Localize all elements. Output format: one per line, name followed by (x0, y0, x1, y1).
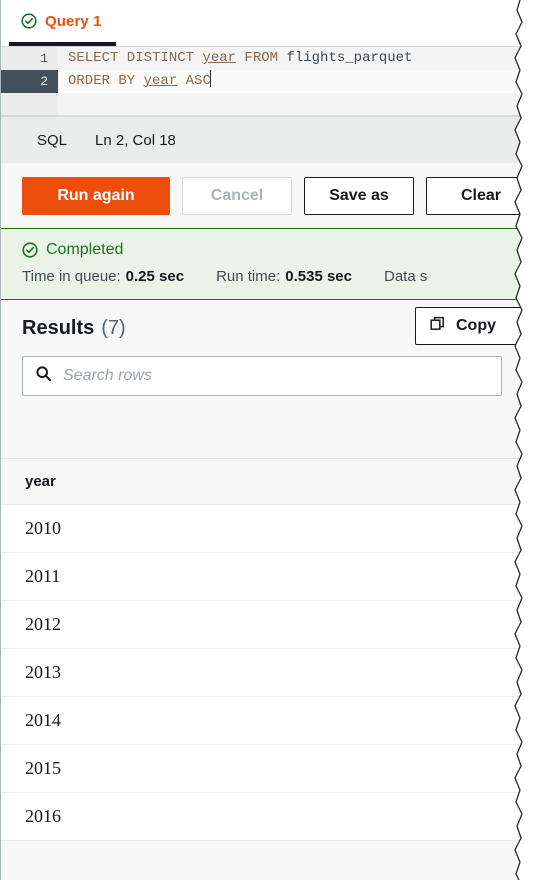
cell-year: 2012 (1, 600, 522, 649)
results-panel: Results (7) Copy Search rows year 2010 2… (1, 300, 522, 841)
sql-keyword: ORDER BY (68, 73, 144, 89)
text-caret (209, 70, 211, 87)
query-status-banner: Completed Time in queue: 0.25 sec Run tim… (1, 228, 522, 300)
editor-actions-bar: Run again Cancel Save as Clear (1, 163, 522, 228)
sql-table-name: flights_parquet (286, 50, 413, 66)
save-as-button[interactable]: Save as (304, 176, 414, 215)
search-icon (35, 365, 52, 387)
metric-value: 0.535 sec (285, 268, 352, 285)
banner-header: Completed (22, 241, 522, 259)
table-row[interactable]: 2014 (1, 696, 522, 745)
query-editor-screen: Query 1 1 SELECT DISTINCT year FROM flig… (0, 0, 537, 880)
metric-data-scanned: Data s (384, 268, 427, 285)
metric-value: 0.25 sec (125, 268, 185, 285)
line-number: 1 (1, 47, 59, 70)
run-again-button[interactable]: Run again (22, 176, 170, 215)
editor-status-bar: SQL Ln 2, Col 18 (1, 116, 522, 163)
results-table-head: year (1, 458, 522, 505)
table-row[interactable]: 2011 (1, 552, 522, 601)
metric-time-in-queue: Time in queue: 0.25 sec (22, 268, 184, 285)
status-badge: Completed (46, 241, 124, 258)
metric-label: Data s (384, 268, 428, 285)
code-line[interactable]: 2 ORDER BY year ASC (1, 70, 522, 93)
editor-cursor-position: Ln 2, Col 18 (95, 131, 176, 149)
cell-year: 2013 (1, 648, 522, 697)
table-row[interactable]: 2013 (1, 648, 522, 697)
code-line[interactable]: 1 SELECT DISTINCT year FROM flights_parq… (1, 47, 522, 70)
sql-identifier: year (202, 50, 237, 66)
sql-keyword: ASC (177, 73, 211, 89)
cell-year: 2016 (1, 792, 522, 841)
sql-editor[interactable]: 1 SELECT DISTINCT year FROM flights_parq… (1, 47, 522, 116)
query-metrics: Time in queue: 0.25 sec Run time: 0.535 se… (22, 268, 522, 285)
results-header: Results (7) Copy (1, 300, 522, 356)
table-header-row: year (1, 458, 522, 505)
line-number: 2 (1, 70, 59, 93)
sql-identifier: year (143, 73, 178, 89)
cell-year: 2011 (1, 552, 522, 601)
editor-language: SQL (37, 131, 68, 149)
search-placeholder: Search rows (63, 367, 152, 384)
results-table: year 2010 2011 2012 2013 2014 2015 2016 (1, 458, 522, 841)
tab-query-1[interactable]: Query 1 (9, 0, 116, 46)
gutter-filler (1, 93, 59, 115)
code-line-text[interactable]: ORDER BY year ASC (59, 70, 522, 93)
check-circle-icon (22, 242, 38, 258)
copy-button-label: Copy (456, 317, 496, 334)
results-table-body: 2010 2011 2012 2013 2014 2015 2016 (1, 504, 522, 841)
table-row[interactable]: 2016 (1, 792, 522, 841)
copy-button[interactable]: Copy (415, 307, 522, 345)
tab-label: Query 1 (45, 12, 102, 30)
check-circle-icon (21, 13, 37, 29)
code-line-text[interactable]: SELECT DISTINCT year FROM flights_parque… (59, 47, 522, 70)
results-count: (7) (101, 316, 126, 339)
table-row[interactable]: 2012 (1, 600, 522, 649)
table-row[interactable]: 2010 (1, 504, 522, 553)
sql-keyword: FROM (236, 50, 287, 66)
page-title: Results (22, 316, 95, 339)
metric-label: Run time: (216, 268, 281, 285)
column-header-year[interactable]: year (1, 458, 522, 505)
metric-run-time: Run time: 0.535 sec (216, 268, 352, 285)
cell-year: 2010 (1, 504, 522, 553)
metric-label: Time in queue: (22, 268, 121, 285)
cancel-button: Cancel (182, 176, 292, 215)
cell-year: 2014 (1, 696, 522, 745)
copy-icon (430, 316, 446, 337)
search-row: Search rows (1, 356, 522, 396)
table-row[interactable]: 2015 (1, 744, 522, 793)
editor-filler (59, 93, 522, 115)
cell-year: 2015 (1, 744, 522, 793)
page-body: Query 1 1 SELECT DISTINCT year FROM flig… (0, 0, 522, 880)
sql-keyword: SELECT DISTINCT (68, 50, 203, 66)
results-toolbar-spacer (1, 396, 522, 458)
search-input[interactable]: Search rows (22, 356, 502, 396)
clear-button[interactable]: Clear (426, 176, 522, 215)
editor-empty-area[interactable] (1, 93, 522, 115)
query-tab-strip: Query 1 (1, 0, 522, 47)
